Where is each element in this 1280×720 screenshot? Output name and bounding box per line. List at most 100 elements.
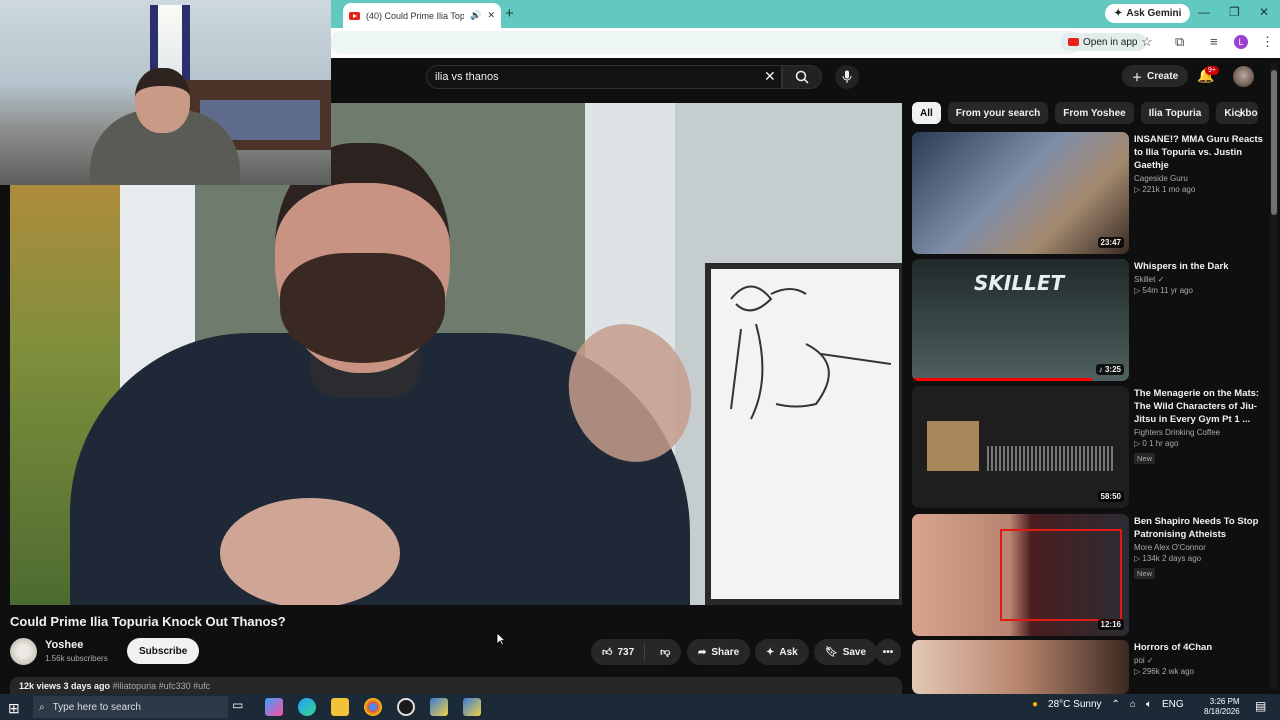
recommended-video[interactable]: 12:16 Ben Shapiro Needs To Stop Patronis…	[912, 514, 1267, 636]
recommended-title[interactable]: Ben Shapiro Needs To Stop Patronising At…	[1134, 515, 1264, 541]
video-thumbnail[interactable]	[912, 640, 1129, 694]
recommended-title[interactable]: The Menagerie on the Mats: The Wild Char…	[1134, 387, 1264, 426]
speaker-icon[interactable]: 🔊	[470, 10, 481, 21]
recommended-title[interactable]: Horrors of 4Chan	[1134, 641, 1264, 654]
duration-badge: 23:47	[1097, 237, 1124, 248]
share-button[interactable]: ➦ Share	[687, 639, 751, 665]
recommended-meta-text: 54m 11 yr ago	[1142, 286, 1193, 295]
recommended-video[interactable]: 23:47 INSANE!? MMA Guru Reacts to Ilia T…	[912, 132, 1267, 254]
recommended-video[interactable]: Horrors of 4Chan poi ✓ ▷ 296k 2 wk ago	[912, 640, 1267, 694]
minimize-icon[interactable]: —	[1198, 5, 1210, 19]
tab-title: (40) Could Prime Ilia Topuria	[366, 10, 465, 21]
taskbar-search-input[interactable]: ⌕ Type here to search	[33, 696, 228, 718]
file-explorer-icon[interactable]	[331, 698, 349, 716]
recommended-channel[interactable]: Fighters Drinking Coffee	[1134, 428, 1264, 437]
restore-icon[interactable]: ❐	[1229, 5, 1240, 19]
edge-icon[interactable]	[298, 698, 316, 716]
search-button[interactable]	[782, 65, 822, 89]
language-indicator[interactable]: ENG	[1162, 699, 1184, 710]
ask-gemini-button[interactable]: ✦ Ask Gemini	[1105, 4, 1191, 23]
url-field[interactable]	[330, 31, 1082, 54]
sparkle-icon: ✦	[766, 646, 775, 658]
recommended-channel[interactable]: More Alex O'Connor	[1134, 543, 1264, 552]
video-frame-person	[220, 498, 400, 605]
ask-button[interactable]: ✦ Ask	[755, 639, 809, 665]
ask-gemini-label: Ask Gemini	[1126, 8, 1182, 19]
weather-sun-icon: ●	[1032, 699, 1039, 710]
voice-search-button[interactable]	[835, 65, 859, 89]
task-view-icon[interactable]: ▭	[232, 698, 250, 716]
scrollbar-thumb[interactable]	[1271, 70, 1277, 215]
mouse-cursor-icon	[496, 632, 507, 651]
recommended-channel[interactable]: poi ✓	[1134, 656, 1264, 665]
filter-chips: All From your search From Yoshee Ilia To…	[912, 102, 1259, 124]
video-thumbnail[interactable]: 12:16	[912, 514, 1129, 636]
browser-tab[interactable]: (40) Could Prime Ilia Topuria 🔊 ✕	[343, 3, 501, 28]
video-frame-whiteboard	[705, 263, 902, 605]
save-button[interactable]: 🔖︎ Save	[814, 639, 878, 665]
subscribe-button[interactable]: Subscribe	[127, 638, 200, 664]
chevron-up-icon[interactable]: ⌃	[1112, 699, 1120, 710]
chevron-right-icon[interactable]: ›	[1238, 105, 1243, 121]
profile-avatar[interactable]: L	[1234, 35, 1248, 49]
app-icon[interactable]	[430, 698, 448, 716]
video-thumbnail[interactable]: SKILLET ♪ 3:25	[912, 259, 1129, 381]
channel-name[interactable]: Yoshee	[45, 639, 83, 651]
video-thumbnail[interactable]: 23:47	[912, 132, 1129, 254]
search-icon: ⌕	[39, 701, 45, 713]
youtube-icon	[1068, 38, 1079, 46]
watch-progress-bar	[912, 378, 1092, 381]
recommended-title[interactable]: Whispers in the Dark	[1134, 260, 1264, 273]
network-icon[interactable]: ⌂	[1130, 699, 1136, 710]
youtube-favicon-icon	[349, 11, 360, 20]
close-window-icon[interactable]: ✕	[1259, 5, 1269, 19]
new-tab-button[interactable]: +	[505, 5, 514, 22]
notification-center-icon[interactable]: ▤	[1255, 699, 1266, 713]
duration-badge: ♪ 3:25	[1095, 364, 1124, 375]
chrome-icon[interactable]	[364, 698, 382, 716]
recommended-title[interactable]: INSANE!? MMA Guru Reacts to Ilia Topuria…	[1134, 133, 1264, 172]
like-button[interactable]: 👍︎ 737	[591, 644, 646, 660]
search-icon	[795, 70, 809, 84]
recommended-video[interactable]: 58:50 The Menagerie on the Mats: The Wil…	[912, 386, 1267, 508]
channel-avatar[interactable]	[10, 638, 37, 665]
create-button[interactable]: ＋ Create	[1122, 65, 1189, 87]
recommended-channel[interactable]: Cageside Guru	[1134, 174, 1264, 183]
recommended-video[interactable]: SKILLET ♪ 3:25 Whispers in the Dark Skil…	[912, 259, 1267, 381]
chrome-menu-icon[interactable]: ⋮	[1261, 34, 1274, 50]
bookmark-star-icon[interactable]: ☆	[1141, 34, 1153, 50]
weather-text[interactable]: 28°C Sunny	[1048, 699, 1101, 710]
chip-ilia-topuria[interactable]: Ilia Topuria	[1140, 102, 1210, 124]
close-tab-icon[interactable]: ✕	[487, 10, 495, 21]
chip-all[interactable]: All	[912, 102, 941, 124]
chip-from-yoshee[interactable]: From Yoshee	[1055, 102, 1134, 124]
app-icon[interactable]	[463, 698, 481, 716]
new-badge: New	[1134, 568, 1156, 579]
chip-from-your-search[interactable]: From your search	[947, 102, 1049, 124]
subscriber-count: 1.56k subscribers	[45, 654, 108, 663]
obs-icon[interactable]	[397, 698, 415, 716]
windows-start-icon[interactable]: ⊞	[8, 700, 20, 717]
volume-icon[interactable]: 🔈︎	[1146, 699, 1152, 710]
clear-search-icon[interactable]: ✕	[764, 68, 776, 85]
duration-badge: 58:50	[1097, 491, 1124, 502]
video-thumbnail[interactable]: 58:50	[912, 386, 1129, 508]
search-input[interactable]: ilia vs thanos	[426, 65, 782, 89]
open-in-app-button[interactable]: Open in app	[1060, 33, 1146, 51]
media-control-icon[interactable]: ≡	[1210, 34, 1218, 49]
more-actions-button[interactable]: •••	[875, 639, 901, 665]
copilot-icon[interactable]	[265, 698, 283, 716]
clock-time: 3:26 PM	[1209, 697, 1240, 706]
recommended-channel[interactable]: Skillet ✓	[1134, 275, 1264, 284]
recommended-meta-text: 0 1 hr ago	[1142, 439, 1179, 448]
thumbs-up-icon: 👍︎	[602, 647, 613, 658]
taskbar-clock[interactable]: 3:26 PM 8/18/2026	[1204, 697, 1240, 717]
hashtags[interactable]: #iliatopuria #ufc330 #ufc	[113, 681, 211, 691]
recommended-meta: ▷ 54m 11 yr ago	[1134, 286, 1193, 295]
dislike-button[interactable]: 👎︎	[650, 646, 670, 658]
share-icon: ➦	[698, 646, 707, 658]
more-horizontal-icon: •••	[882, 646, 894, 658]
extensions-icon[interactable]: ⧉	[1175, 34, 1184, 50]
recommended-meta-text: 134k 2 days ago	[1142, 554, 1202, 563]
account-avatar[interactable]	[1233, 66, 1254, 87]
